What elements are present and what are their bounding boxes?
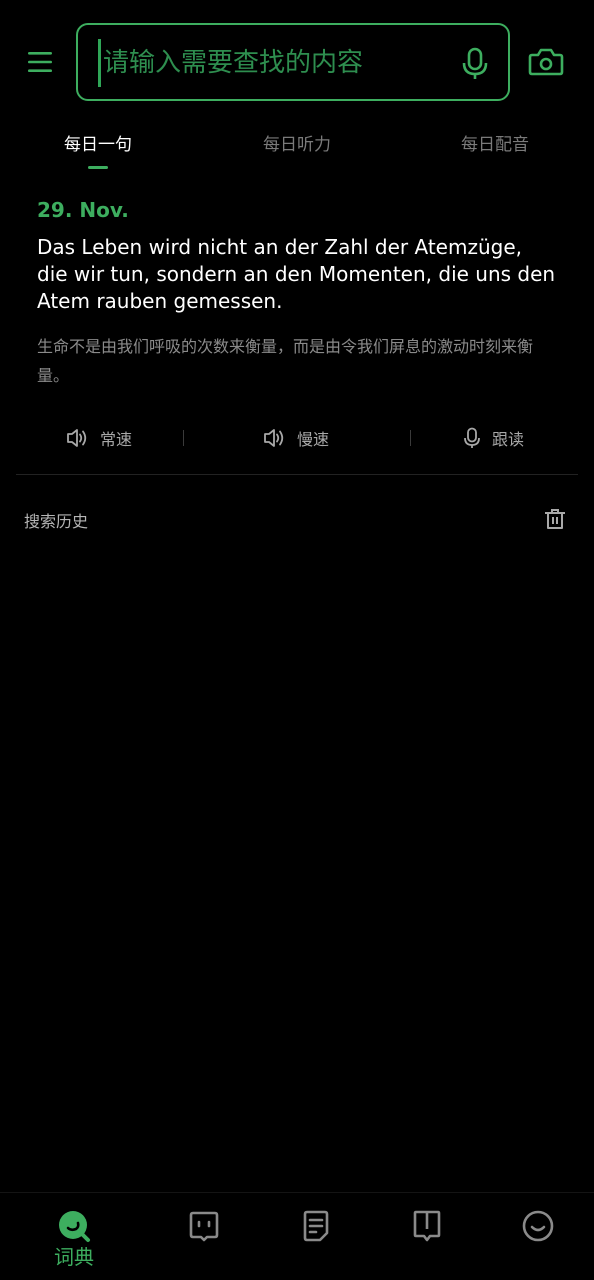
search-box[interactable] (76, 23, 510, 101)
app: 每日一句 每日听力 每日配音 29. Nov. Das Leben wird n… (0, 0, 594, 1280)
speaker-icon (264, 429, 284, 447)
smiley-icon (522, 1210, 554, 1242)
dictionary-icon (59, 1211, 90, 1242)
tab-daily-listening[interactable]: 每日听力 (227, 130, 367, 155)
playback-actions: 常速 慢速 跟读 (0, 420, 594, 456)
slow-speed-label: 慢速 (297, 430, 330, 449)
note-icon (303, 1210, 329, 1242)
sentence-translation: 生命不是由我们呼吸的次数来衡量，而是由令我们屏息的激动时刻来衡量。 (37, 337, 534, 385)
nav-chat[interactable] (154, 1193, 254, 1280)
tab-daily-sentence[interactable]: 每日一句 (28, 130, 168, 155)
tab-daily-dubbing[interactable]: 每日配音 (425, 130, 565, 155)
menu-button[interactable] (22, 44, 58, 80)
action-divider (410, 430, 411, 446)
menu-icon (28, 52, 52, 72)
search-history-header: 搜索历史 (0, 500, 594, 540)
trash-icon (545, 509, 565, 529)
mic-icon (462, 47, 488, 79)
nav-dictionary[interactable]: 词典 (24, 1193, 124, 1280)
camera-icon (528, 48, 564, 76)
active-tab-indicator (88, 166, 108, 169)
nav-profile[interactable] (488, 1193, 588, 1280)
slow-speed-button[interactable]: 慢速 (263, 420, 329, 456)
sentence-text[interactable]: Das Leben wird nicht an der Zahl der Ate… (37, 234, 557, 315)
voice-search-button[interactable] (460, 47, 490, 81)
header (0, 0, 594, 110)
nav-notes[interactable] (266, 1193, 366, 1280)
nav-dictionary-label: 词典 (54, 1245, 94, 1269)
section-divider (16, 474, 578, 475)
speaker-icon (67, 429, 87, 447)
mic-icon (464, 427, 480, 448)
chat-icon (189, 1211, 219, 1242)
search-input[interactable] (98, 39, 448, 87)
content-tabs: 每日一句 每日听力 每日配音 (0, 122, 594, 178)
bottom-nav: 词典 (0, 1192, 594, 1280)
read-along-label: 跟读 (492, 430, 525, 449)
sentence-date: 29. Nov. (37, 198, 129, 222)
normal-speed-label: 常速 (100, 430, 133, 449)
nav-book[interactable] (377, 1193, 477, 1280)
camera-button[interactable] (528, 46, 564, 78)
search-history-title: 搜索历史 (24, 512, 89, 531)
read-along-button[interactable]: 跟读 (462, 420, 524, 456)
action-divider (183, 430, 184, 446)
clear-history-button[interactable] (542, 506, 568, 532)
normal-speed-button[interactable]: 常速 (66, 420, 132, 456)
book-icon (413, 1210, 441, 1242)
